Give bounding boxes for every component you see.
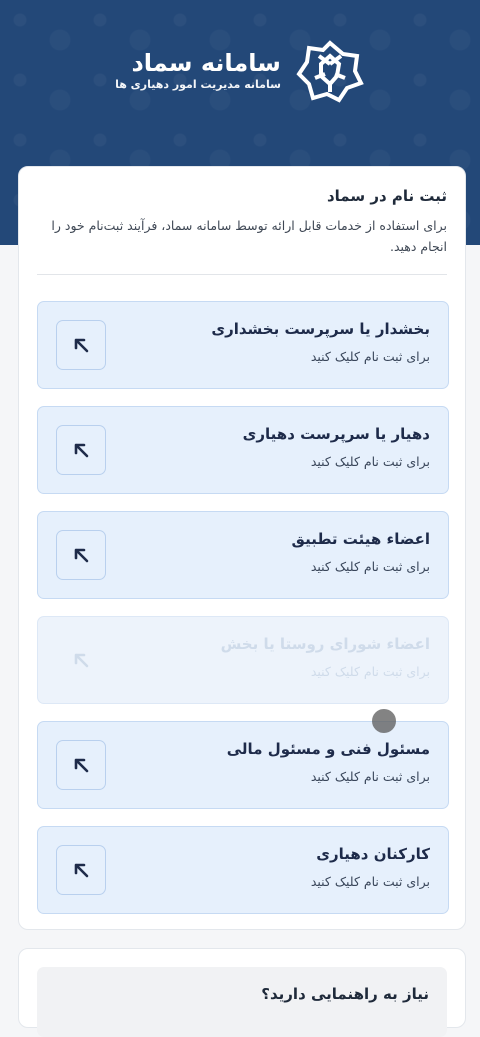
option-arrow-button[interactable] xyxy=(56,425,106,475)
arrow-up-left-icon xyxy=(74,758,89,773)
option-title: بخشدار یا سرپرست بخشداری xyxy=(211,320,430,338)
option-bakhshdar[interactable]: بخشدار یا سرپرست بخشداری برای ثبت نام کل… xyxy=(37,301,449,389)
option-karkonan[interactable]: کارکنان دهیاری برای ثبت نام کلیک کنید xyxy=(37,826,449,914)
option-arrow-button[interactable] xyxy=(56,845,106,895)
arrow-up-left-icon xyxy=(74,863,89,878)
brand-logo: سامانه سماد سامانه مدیریت امور دهیاری ها xyxy=(0,38,480,104)
arrow-up-left-icon xyxy=(74,443,89,458)
option-subtitle: برای ثبت نام کلیک کنید xyxy=(310,664,430,679)
registration-description: برای استفاده از خدمات قابل ارائه توسط سا… xyxy=(51,218,447,254)
arrow-up-left-icon xyxy=(74,338,89,353)
option-arrow-button xyxy=(56,635,106,685)
option-title: اعضاء هیئت تطبیق xyxy=(291,530,430,548)
samad-logo-icon xyxy=(296,40,364,103)
option-title: دهیار یا سرپرست دهیاری xyxy=(242,425,430,443)
brand-subtitle: سامانه مدیریت امور دهیاری ها xyxy=(115,78,281,91)
touch-cursor xyxy=(372,709,396,733)
arrow-up-left-icon xyxy=(74,548,89,563)
option-subtitle: برای ثبت نام کلیک کنید xyxy=(310,349,430,364)
divider xyxy=(37,274,447,275)
option-heyat-tatbigh[interactable]: اعضاء هیئت تطبیق برای ثبت نام کلیک کنید xyxy=(37,511,449,599)
option-dehyar[interactable]: دهیار یا سرپرست دهیاری برای ثبت نام کلیک… xyxy=(37,406,449,494)
option-subtitle: برای ثبت نام کلیک کنید xyxy=(310,559,430,574)
help-box[interactable]: نیاز به راهنمایی دارید؟ xyxy=(37,967,447,1037)
option-title: اعضاء شورای روستا یا بخش xyxy=(220,635,430,653)
option-arrow-button[interactable] xyxy=(56,320,106,370)
registration-card: ثبت نام در سماد برای استفاده از خدمات قا… xyxy=(18,166,466,930)
option-subtitle: برای ثبت نام کلیک کنید xyxy=(310,454,430,469)
option-title: مسئول فنی و مسئول مالی xyxy=(226,740,430,758)
brand-text: سامانه سماد سامانه مدیریت امور دهیاری ها xyxy=(115,49,281,93)
option-subtitle: برای ثبت نام کلیک کنید xyxy=(310,874,430,889)
brand-title: سامانه سماد xyxy=(131,49,281,77)
arrow-up-left-icon xyxy=(74,653,89,668)
option-title: کارکنان دهیاری xyxy=(316,845,430,863)
option-arrow-button[interactable] xyxy=(56,740,106,790)
option-shora: اعضاء شورای روستا یا بخش برای ثبت نام کل… xyxy=(37,616,449,704)
option-arrow-button[interactable] xyxy=(56,530,106,580)
help-card: نیاز به راهنمایی دارید؟ xyxy=(18,948,466,1037)
help-title: نیاز به راهنمایی دارید؟ xyxy=(261,985,429,1003)
option-subtitle: برای ثبت نام کلیک کنید xyxy=(310,769,430,784)
registration-title: ثبت نام در سماد xyxy=(326,187,447,205)
option-masoul-fanni[interactable]: مسئول فنی و مسئول مالی برای ثبت نام کلیک… xyxy=(37,721,449,809)
